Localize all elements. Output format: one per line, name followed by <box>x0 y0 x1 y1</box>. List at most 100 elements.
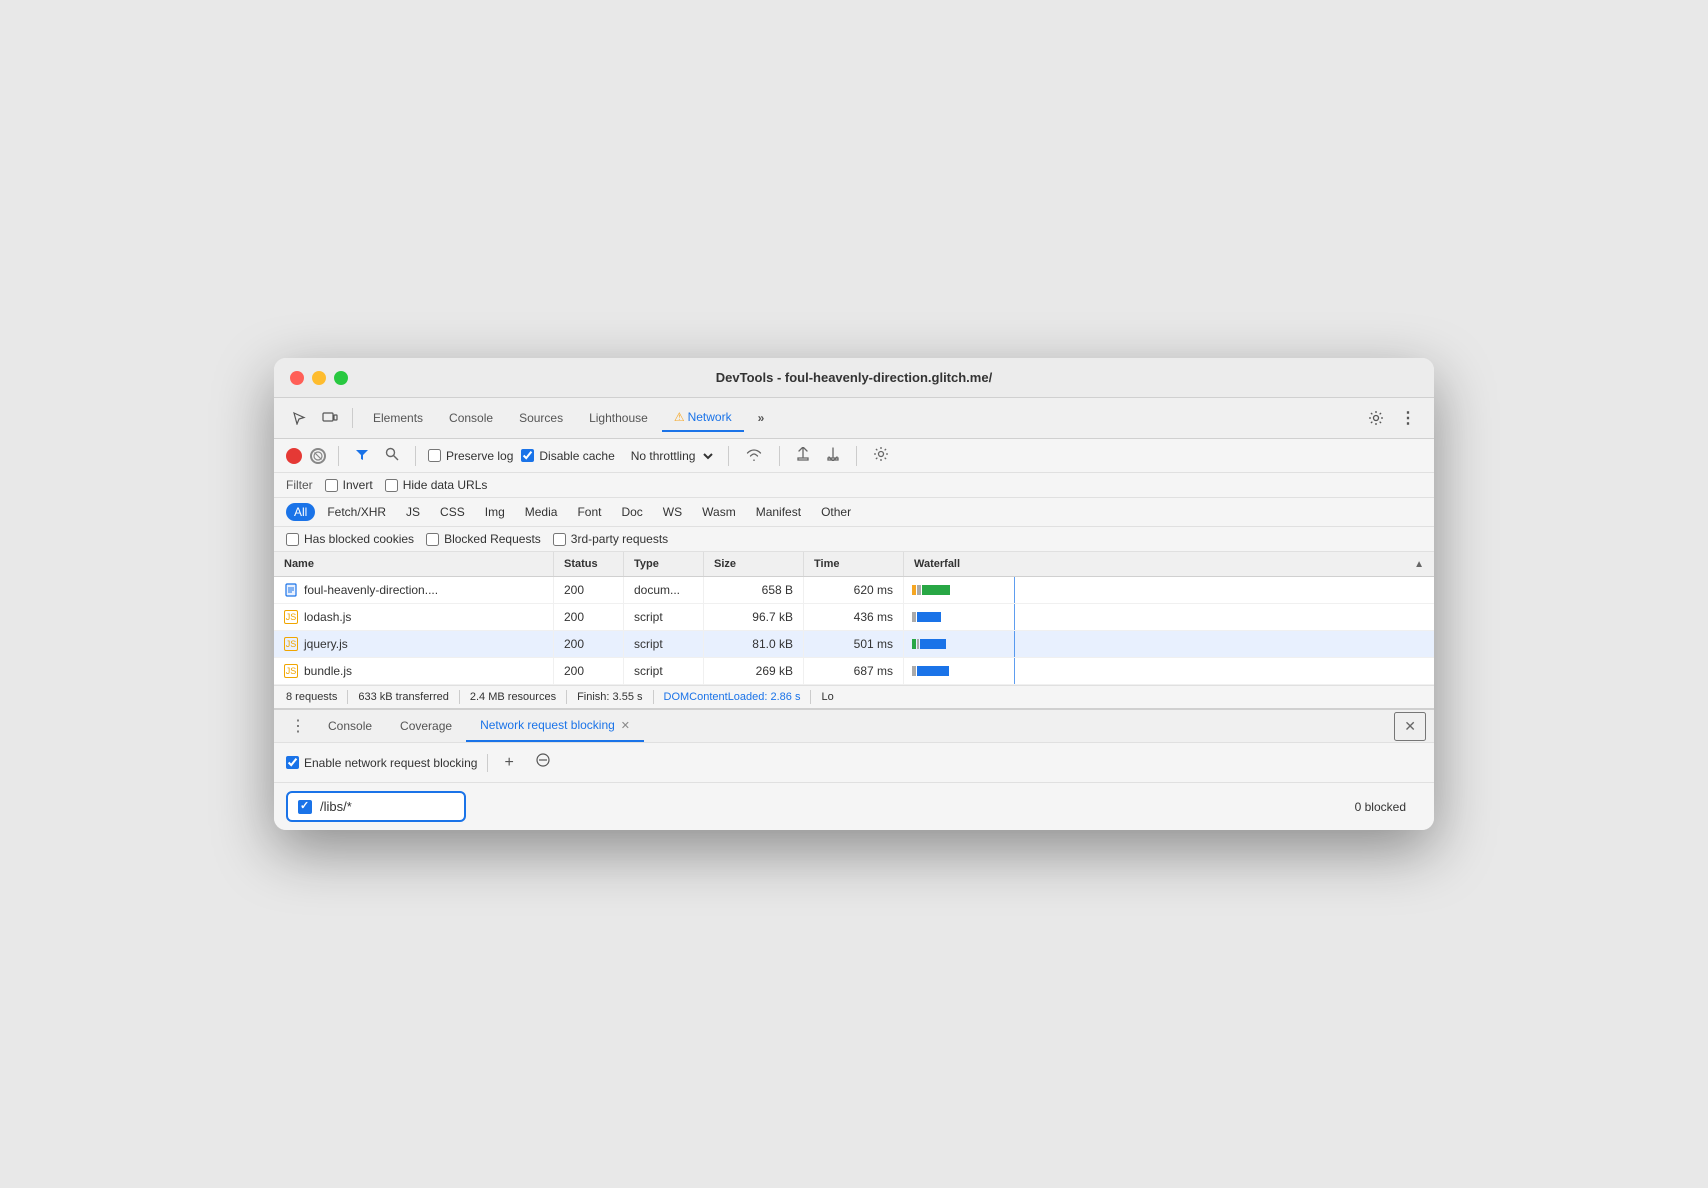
throttle-select[interactable]: No throttling <box>623 446 716 466</box>
filter-manifest-btn[interactable]: Manifest <box>748 503 809 521</box>
bottom-panel: ⋮ Console Coverage Network request block… <box>274 708 1434 830</box>
disable-cache-checkbox[interactable] <box>521 449 534 462</box>
download-icon <box>826 447 840 461</box>
hide-data-urls-checkbox[interactable] <box>385 479 398 492</box>
more-options-btn[interactable]: ⋮ <box>1394 404 1422 432</box>
filter-fetch-xhr-btn[interactable]: Fetch/XHR <box>319 503 394 521</box>
download-icon-btn[interactable] <box>822 445 844 466</box>
filter-css-btn[interactable]: CSS <box>432 503 473 521</box>
col-size[interactable]: Size <box>704 552 804 576</box>
tab-sources[interactable]: Sources <box>507 405 575 431</box>
settings-icon <box>873 446 889 462</box>
clear-icon <box>536 753 550 767</box>
filter-icon-btn[interactable] <box>351 446 373 466</box>
devtools-window: DevTools - foul-heavenly-direction.glitc… <box>274 358 1434 830</box>
table-row[interactable]: foul-heavenly-direction.... 200 docum...… <box>274 577 1434 604</box>
blocked-requests-checkbox[interactable] <box>426 533 439 546</box>
enable-blocking-checkbox[interactable] <box>286 756 299 769</box>
title-bar: DevTools - foul-heavenly-direction.glitc… <box>274 358 1434 398</box>
filter-all-btn[interactable]: All <box>286 503 315 521</box>
bottom-more-btn[interactable]: ⋮ <box>282 710 314 742</box>
device-toolbar-icon-btn[interactable] <box>316 407 344 429</box>
filter-doc-btn[interactable]: Doc <box>613 503 650 521</box>
blocking-list: /libs/* 0 blocked <box>274 783 1434 830</box>
maximize-button[interactable] <box>334 371 348 385</box>
hide-data-urls-checkbox-label[interactable]: Hide data URLs <box>385 478 488 492</box>
row-status: 200 <box>554 604 624 630</box>
col-waterfall[interactable]: Waterfall ▲ <box>904 552 1434 576</box>
blocked-requests-label[interactable]: Blocked Requests <box>426 532 541 546</box>
row-size: 269 kB <box>704 658 804 684</box>
requests-count: 8 requests <box>286 691 347 703</box>
bottom-tab-network-blocking[interactable]: Network request blocking ✕ <box>466 710 644 742</box>
preserve-log-checkbox-label[interactable]: Preserve log <box>428 449 513 463</box>
third-party-label[interactable]: 3rd-party requests <box>553 532 668 546</box>
row-name: JS jquery.js <box>274 631 554 657</box>
type-filter-row: All Fetch/XHR JS CSS Img Media Font Doc … <box>274 498 1434 527</box>
tab-more[interactable]: » <box>746 405 777 431</box>
blocking-item[interactable]: /libs/* <box>286 791 466 822</box>
close-button[interactable] <box>290 371 304 385</box>
record-button[interactable] <box>286 448 302 464</box>
table-row[interactable]: JS lodash.js 200 script 96.7 kB 436 ms <box>274 604 1434 631</box>
col-status[interactable]: Status <box>554 552 624 576</box>
filter-other-btn[interactable]: Other <box>813 503 859 521</box>
network-settings-btn[interactable] <box>869 444 893 467</box>
row-time: 501 ms <box>804 631 904 657</box>
wifi-icon-btn[interactable] <box>741 445 767 466</box>
col-time[interactable]: Time <box>804 552 904 576</box>
filter-font-btn[interactable]: Font <box>569 503 609 521</box>
separator <box>338 446 339 466</box>
bottom-tab-console[interactable]: Console <box>314 711 386 741</box>
tab-elements[interactable]: Elements <box>361 405 435 431</box>
tab-console[interactable]: Console <box>437 405 505 431</box>
disable-cache-checkbox-label[interactable]: Disable cache <box>521 449 614 463</box>
cursor-icon-btn[interactable] <box>286 407 312 429</box>
col-name[interactable]: Name <box>274 552 554 576</box>
close-bottom-panel-btn[interactable]: ✕ <box>1394 712 1426 741</box>
enable-blocking-label[interactable]: Enable network request blocking <box>286 756 477 770</box>
row-name: JS lodash.js <box>274 604 554 630</box>
has-blocked-cookies-label[interactable]: Has blocked cookies <box>286 532 414 546</box>
settings-icon-btn[interactable] <box>1362 404 1390 432</box>
add-pattern-btn[interactable]: + <box>498 752 519 774</box>
resources-size: 2.4 MB resources <box>460 691 566 703</box>
separator <box>415 446 416 466</box>
blocking-pattern-checkbox[interactable] <box>298 800 312 814</box>
filter-ws-btn[interactable]: WS <box>655 503 690 521</box>
upload-icon-btn[interactable] <box>792 445 814 466</box>
minimize-button[interactable] <box>312 371 326 385</box>
transferred-size: 633 kB transferred <box>348 691 459 703</box>
stop-button[interactable] <box>310 448 326 464</box>
col-type[interactable]: Type <box>624 552 704 576</box>
tab-navigation: Elements Console Sources Lighthouse ⚠ Ne… <box>361 404 776 432</box>
tab-close-btn[interactable]: ✕ <box>621 719 630 732</box>
tab-lighthouse[interactable]: Lighthouse <box>577 405 660 431</box>
invert-checkbox-label[interactable]: Invert <box>325 478 373 492</box>
network-toolbar: Preserve log Disable cache No throttling <box>274 439 1434 473</box>
search-icon-btn[interactable] <box>381 445 403 466</box>
tab-network[interactable]: ⚠ Network <box>662 404 744 432</box>
filter-js-btn[interactable]: JS <box>398 503 428 521</box>
preserve-log-checkbox[interactable] <box>428 449 441 462</box>
stop-icon <box>313 451 323 461</box>
row-name: foul-heavenly-direction.... <box>274 577 554 603</box>
load-time: Lo <box>811 691 843 703</box>
filter-img-btn[interactable]: Img <box>477 503 513 521</box>
separator <box>487 754 488 772</box>
clear-patterns-btn[interactable] <box>530 751 556 774</box>
bottom-tab-coverage[interactable]: Coverage <box>386 711 466 741</box>
waterfall-line <box>1014 658 1015 684</box>
separator <box>352 408 353 428</box>
row-status: 200 <box>554 658 624 684</box>
invert-checkbox[interactable] <box>325 479 338 492</box>
table-row[interactable]: JS jquery.js 200 script 81.0 kB 501 ms <box>274 631 1434 658</box>
cursor-icon <box>292 411 306 425</box>
table-row[interactable]: JS bundle.js 200 script 269 kB 687 ms <box>274 658 1434 685</box>
row-waterfall <box>904 631 1434 657</box>
has-blocked-cookies-checkbox[interactable] <box>286 533 299 546</box>
filter-media-btn[interactable]: Media <box>517 503 566 521</box>
third-party-checkbox[interactable] <box>553 533 566 546</box>
blocking-pattern-text: /libs/* <box>320 799 352 814</box>
filter-wasm-btn[interactable]: Wasm <box>694 503 744 521</box>
